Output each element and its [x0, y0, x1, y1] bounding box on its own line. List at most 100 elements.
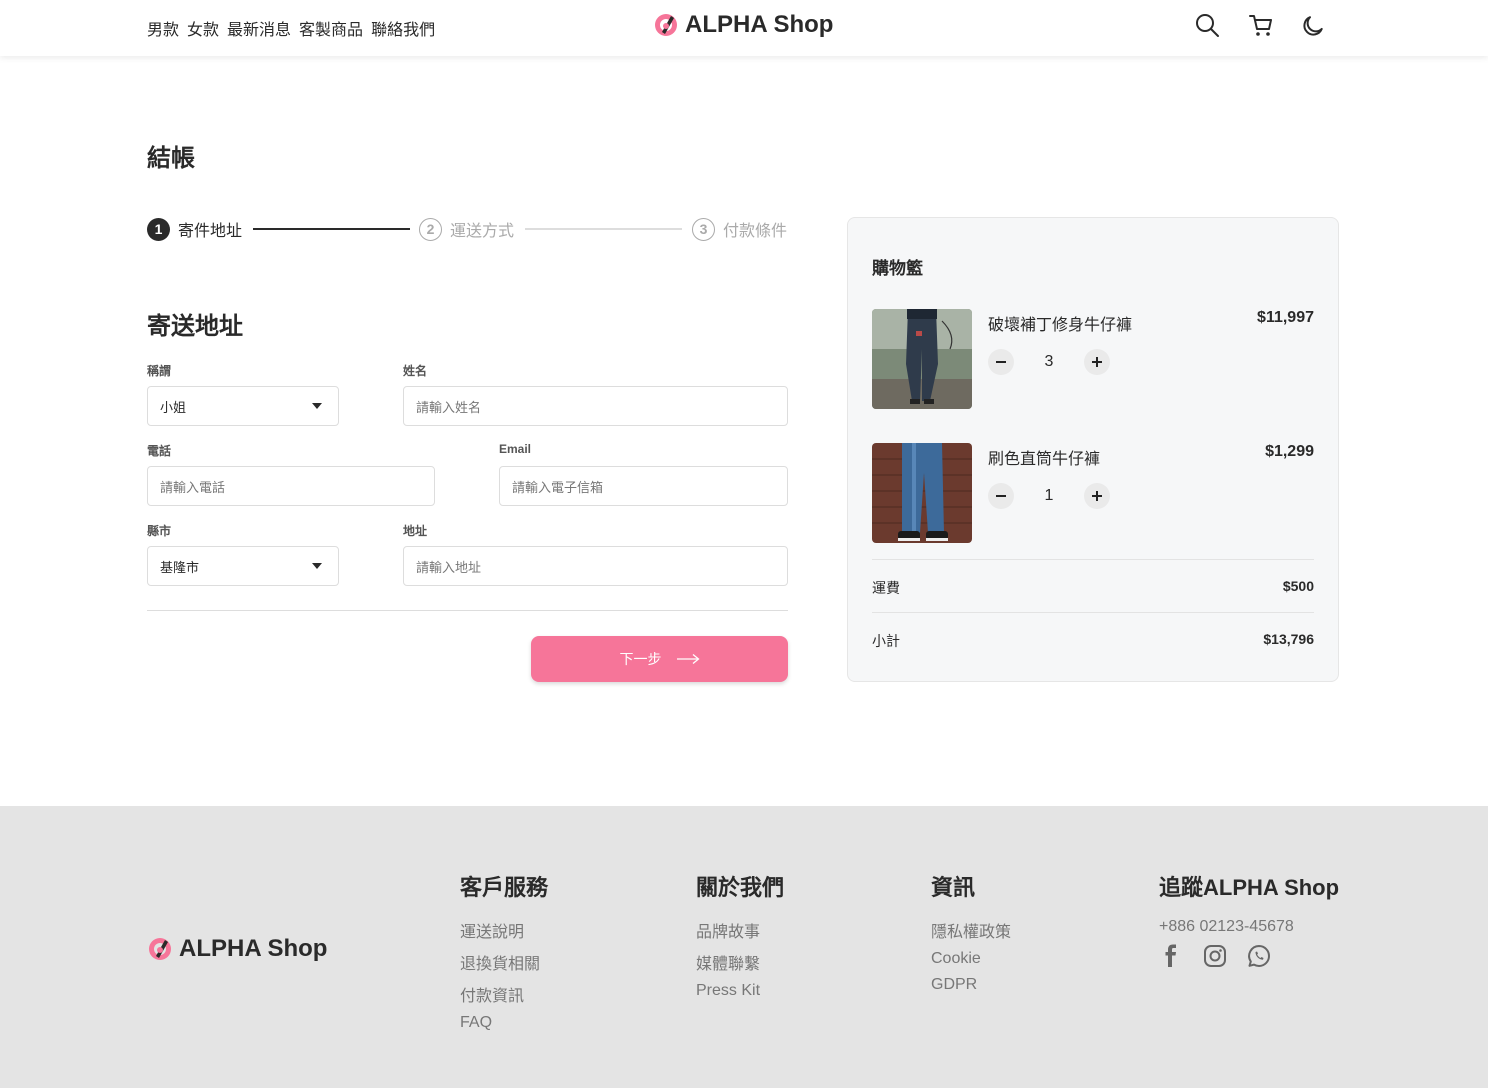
decrease-button[interactable]	[988, 483, 1014, 509]
product-name: 刷色直筒牛仔褲	[988, 451, 1101, 468]
product-price: $1,299	[1265, 443, 1314, 460]
salutation-select[interactable]: 小姐	[147, 386, 339, 426]
cart-title: 購物籃	[872, 259, 923, 278]
footer-link[interactable]: FAQ	[460, 1014, 548, 1032]
logo-icon	[149, 938, 171, 960]
name-input[interactable]: 請輸入姓名	[403, 386, 788, 426]
address-placeholder: 請輸入地址	[416, 559, 482, 575]
increase-button[interactable]	[1084, 483, 1110, 509]
step-connector	[525, 228, 682, 230]
footer-heading: 關於我們	[696, 875, 785, 900]
address-input[interactable]: 請輸入地址	[403, 546, 788, 586]
cart-icon[interactable]	[1248, 12, 1274, 38]
cart-item: 刷色直筒牛仔褲 $1,299 1	[872, 443, 1314, 543]
cart-panel: 購物籃 破壞補丁修身牛仔褲 $11,997 3 刷色直筒牛仔褲 $1,299 1…	[847, 217, 1339, 682]
step-number: 1	[147, 217, 170, 241]
nav-custom[interactable]: 客製商品	[299, 16, 363, 40]
phone-input[interactable]: 請輸入電話	[147, 466, 435, 506]
step-number: 2	[419, 217, 442, 241]
summary-divider	[872, 612, 1314, 613]
nav-men[interactable]: 男款	[147, 16, 179, 40]
summary-divider	[872, 559, 1314, 560]
phone-placeholder: 請輸入電話	[160, 479, 226, 495]
footer-brand[interactable]: ALPHA Shop	[147, 935, 327, 963]
step-address: 1 寄件地址	[147, 217, 242, 241]
footer-link[interactable]: GDPR	[931, 976, 1011, 994]
footer-link[interactable]: 付款資訊	[460, 982, 548, 1006]
footer-link[interactable]: 媒體聯繫	[696, 950, 784, 974]
city-select[interactable]: 基隆市	[147, 546, 339, 586]
site-header: 男款 女款 最新消息 客製商品 聯絡我們 ALPHA Shop	[0, 0, 1488, 56]
footer-col-follow: 追蹤ALPHA Shop +886 02123-45678	[1159, 870, 1339, 968]
phone-label: 電話	[147, 444, 172, 458]
increase-button[interactable]	[1084, 349, 1110, 375]
instagram-icon[interactable]	[1203, 944, 1227, 968]
footer-col-info: 資訊 隱私權政策 Cookie GDPR	[931, 870, 1011, 1002]
footer-link[interactable]: Press Kit	[696, 982, 784, 1000]
name-placeholder: 請輸入姓名	[416, 399, 482, 415]
city-value: 基隆市	[160, 559, 200, 575]
footer-link[interactable]: 運送說明	[460, 918, 548, 942]
step-label: 付款條件	[723, 223, 788, 240]
quantity-stepper: 1	[988, 483, 1110, 509]
footer-brand-name: ALPHA Shop	[179, 935, 328, 962]
footer-link[interactable]: 隱私權政策	[931, 918, 1011, 942]
name-label: 姓名	[403, 364, 428, 378]
footer-link[interactable]: 品牌故事	[696, 918, 784, 942]
footer-heading: 客戶服務	[460, 875, 549, 900]
main-nav: 男款 女款 最新消息 客製商品 聯絡我們	[147, 16, 435, 40]
footer-col-about: 關於我們 品牌故事 媒體聯繫 Press Kit	[696, 870, 784, 1008]
next-step-button[interactable]: 下一步	[531, 636, 788, 682]
footer-heading: 資訊	[931, 875, 976, 900]
minus-icon	[996, 361, 1006, 363]
site-footer: ALPHA Shop 客戶服務 運送說明 退換貨相關 付款資訊 FAQ 關於我們…	[0, 806, 1488, 1088]
caret-down-icon	[312, 403, 322, 409]
moon-icon[interactable]	[1302, 12, 1328, 38]
header-actions	[1194, 12, 1328, 38]
subtotal-label: 小計	[872, 633, 900, 649]
checkout-stepper: 1 寄件地址 2 運送方式 3 付款條件	[147, 217, 788, 241]
footer-col-service: 客戶服務 運送說明 退換貨相關 付款資訊 FAQ	[460, 870, 548, 1040]
caret-down-icon	[312, 563, 322, 569]
subtotal-value: $13,796	[1263, 631, 1314, 647]
plus-icon	[1092, 357, 1102, 367]
cart-item: 破壞補丁修身牛仔褲 $11,997 3	[872, 309, 1314, 409]
form-divider	[147, 610, 788, 611]
footer-heading: 追蹤ALPHA Shop	[1159, 875, 1340, 900]
nav-women[interactable]: 女款	[187, 16, 219, 40]
email-label: Email	[499, 442, 532, 456]
social-links	[1159, 944, 1339, 968]
brand-logo[interactable]: ALPHA Shop	[653, 11, 833, 39]
next-step-label: 下一步	[619, 651, 662, 667]
address-label: 地址	[403, 524, 428, 538]
footer-link[interactable]: 退換貨相關	[460, 950, 548, 974]
step-connector	[253, 228, 410, 230]
footer-link[interactable]: Cookie	[931, 950, 1011, 968]
section-title: 寄送地址	[147, 313, 243, 340]
nav-news[interactable]: 最新消息	[227, 16, 291, 40]
footer-phone[interactable]: +886 02123-45678	[1159, 918, 1339, 936]
quantity-value: 1	[1044, 487, 1054, 504]
whatsapp-icon[interactable]	[1247, 944, 1271, 968]
email-placeholder: 請輸入電子信箱	[512, 479, 604, 495]
facebook-icon[interactable]	[1159, 944, 1183, 968]
product-image[interactable]	[872, 443, 972, 543]
shipping-value: $500	[1282, 578, 1314, 594]
product-name: 破壞補丁修身牛仔褲	[988, 317, 1133, 334]
product-price: $11,997	[1257, 309, 1314, 326]
logo-icon	[655, 14, 677, 36]
shipping-label: 運費	[872, 580, 900, 596]
email-input[interactable]: 請輸入電子信箱	[499, 466, 788, 506]
nav-contact[interactable]: 聯絡我們	[371, 16, 435, 40]
product-image[interactable]	[872, 309, 972, 409]
brand-name: ALPHA Shop	[685, 11, 834, 38]
step-label: 寄件地址	[178, 223, 243, 240]
arrow-right-icon	[676, 653, 700, 665]
decrease-button[interactable]	[988, 349, 1014, 375]
step-label: 運送方式	[450, 223, 515, 240]
search-icon[interactable]	[1194, 12, 1220, 38]
quantity-value: 3	[1044, 353, 1054, 370]
plus-icon	[1092, 491, 1102, 501]
city-label: 縣市	[147, 524, 172, 538]
salutation-value: 小姐	[160, 399, 187, 415]
